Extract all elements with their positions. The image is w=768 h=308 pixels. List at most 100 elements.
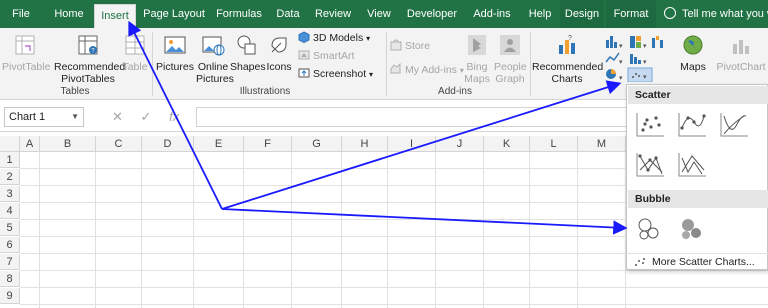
- column-header-f[interactable]: F: [244, 136, 292, 152]
- scatter-straight-option[interactable]: [675, 149, 709, 179]
- waterfall-chart-icon: [652, 36, 663, 48]
- maps-button[interactable]: Maps: [676, 32, 710, 73]
- column-header-m[interactable]: M: [578, 136, 626, 152]
- tab-file[interactable]: File: [4, 0, 38, 28]
- column-header-c[interactable]: C: [96, 136, 142, 152]
- pictures-button[interactable]: Pictures: [156, 32, 194, 73]
- recommended-pivottables-button[interactable]: ? Recommended PivotTables: [54, 32, 125, 85]
- 3d-models-label: 3D Models: [313, 32, 364, 44]
- chevron-down-icon[interactable]: ▼: [71, 108, 79, 126]
- pivottable-button[interactable]: PivotTable: [2, 32, 50, 73]
- bing-maps-icon: [468, 35, 486, 55]
- column-header-a[interactable]: A: [20, 136, 40, 152]
- smartart-label: SmartArt: [313, 50, 355, 62]
- pictures-icon: [164, 36, 186, 54]
- maps-label: Maps: [680, 61, 706, 73]
- row-header-2[interactable]: 2: [0, 169, 20, 185]
- column-header-j[interactable]: J: [436, 136, 484, 152]
- tab-help[interactable]: Help: [522, 0, 558, 28]
- tab-format[interactable]: Format: [606, 0, 656, 28]
- recommended-charts-button[interactable]: ? Recommended Charts: [532, 32, 603, 85]
- pivottable-label: PivotTable: [2, 61, 51, 73]
- row-header-9[interactable]: 9: [0, 288, 20, 304]
- row-header-6[interactable]: 6: [0, 237, 20, 253]
- column-header-b[interactable]: B: [40, 136, 96, 152]
- column-header-h[interactable]: H: [342, 136, 388, 152]
- column-gridline: [387, 152, 388, 308]
- row-header-5[interactable]: 5: [0, 220, 20, 236]
- row-header-7[interactable]: 7: [0, 254, 20, 270]
- scatter-smooth-markers-option[interactable]: [675, 109, 709, 139]
- icons-button[interactable]: Icons: [264, 32, 294, 73]
- column-gridline: [193, 152, 194, 308]
- column-header-e[interactable]: E: [194, 136, 244, 152]
- tab-review[interactable]: Review: [310, 0, 356, 28]
- scatter-plain-option[interactable]: [633, 109, 667, 139]
- name-box[interactable]: Chart 1 ▼: [4, 107, 84, 127]
- tell-me-box[interactable]: Tell me what you wa: [664, 0, 768, 28]
- column-header-g[interactable]: G: [292, 136, 342, 152]
- row-header-1[interactable]: 1: [0, 152, 20, 168]
- my-addins-button[interactable]: My Add-ins ▾: [390, 62, 464, 78]
- tab-formulas[interactable]: Formulas: [212, 0, 266, 28]
- shapes-button[interactable]: Shapes: [230, 32, 266, 73]
- shapes-label: Shapes: [230, 61, 266, 73]
- 3d-bubble-option[interactable]: [675, 213, 709, 243]
- table-button[interactable]: Table: [120, 32, 150, 73]
- tab-insert[interactable]: Insert: [94, 4, 136, 28]
- scatter-smooth-option[interactable]: [717, 109, 751, 139]
- store-button[interactable]: Store: [390, 38, 430, 54]
- insert-function-icon[interactable]: fx: [169, 109, 179, 124]
- more-scatter-charts-link[interactable]: More Scatter Charts...: [628, 253, 768, 269]
- column-header-d[interactable]: D: [142, 136, 194, 152]
- row-header-3[interactable]: 3: [0, 186, 20, 202]
- row-header-4[interactable]: 4: [0, 203, 20, 219]
- people-graph-label: People Graph: [494, 61, 527, 85]
- tab-page-layout[interactable]: Page Layout: [140, 0, 208, 28]
- select-all-corner[interactable]: [0, 136, 20, 152]
- column-chart-icon: ▾: [606, 36, 623, 50]
- bing-maps-button[interactable]: Bing Maps: [460, 32, 494, 85]
- tab-data[interactable]: Data: [270, 0, 306, 28]
- pivotchart-button[interactable]: PivotChart: [716, 32, 766, 73]
- tab-add-ins[interactable]: Add-ins: [466, 0, 518, 28]
- bubble-option[interactable]: [633, 213, 667, 243]
- scatter-straight-markers-option[interactable]: [633, 149, 667, 179]
- online-pictures-icon: [202, 36, 225, 56]
- tab-home[interactable]: Home: [48, 0, 90, 28]
- svg-text:▾: ▾: [619, 59, 623, 66]
- ribbon-tab-bar: File Home Insert Page Layout Formulas Da…: [0, 0, 768, 28]
- svg-text:?: ?: [568, 35, 572, 42]
- column-header-i[interactable]: I: [388, 136, 436, 152]
- column-header-k[interactable]: K: [484, 136, 530, 152]
- column-gridline: [291, 152, 292, 308]
- row-gridline: [20, 287, 768, 288]
- cube-icon: [298, 31, 310, 43]
- table-icon: [125, 35, 145, 55]
- row-header-8[interactable]: 8: [0, 271, 20, 287]
- recommended-pivottables-icon: ?: [78, 35, 98, 55]
- people-graph-button[interactable]: People Graph: [494, 32, 527, 85]
- 3d-models-button[interactable]: 3D Models ▾: [298, 30, 370, 46]
- screenshot-label: Screenshot: [313, 68, 367, 80]
- my-addins-label: My Add-ins: [405, 64, 457, 76]
- hierarchy-chart-icon: ▾: [630, 36, 647, 50]
- enter-icon[interactable]: ✓: [141, 109, 152, 124]
- smartart-button[interactable]: SmartArt: [298, 48, 354, 64]
- bubble-icon: [638, 218, 659, 240]
- tables-group-label: Tables: [60, 86, 90, 97]
- column-header-l[interactable]: L: [530, 136, 578, 152]
- tab-design[interactable]: Design: [560, 0, 604, 28]
- cancel-icon[interactable]: ✕: [112, 109, 123, 124]
- pictures-label: Pictures: [156, 61, 194, 73]
- column-gridline: [95, 152, 96, 308]
- screenshot-button[interactable]: Screenshot ▾: [298, 66, 373, 82]
- column-gridline: [243, 152, 244, 308]
- ribbon-separator: [530, 32, 531, 96]
- tab-developer[interactable]: Developer: [402, 0, 462, 28]
- icons-label: Icons: [266, 61, 292, 73]
- 3d-bubble-icon: [682, 219, 701, 239]
- tab-view[interactable]: View: [360, 0, 398, 28]
- scatter-chart-gallery: Scatter Bubble More Scatter Charts...: [626, 84, 768, 270]
- online-pictures-button[interactable]: Online Pictures: [196, 32, 234, 85]
